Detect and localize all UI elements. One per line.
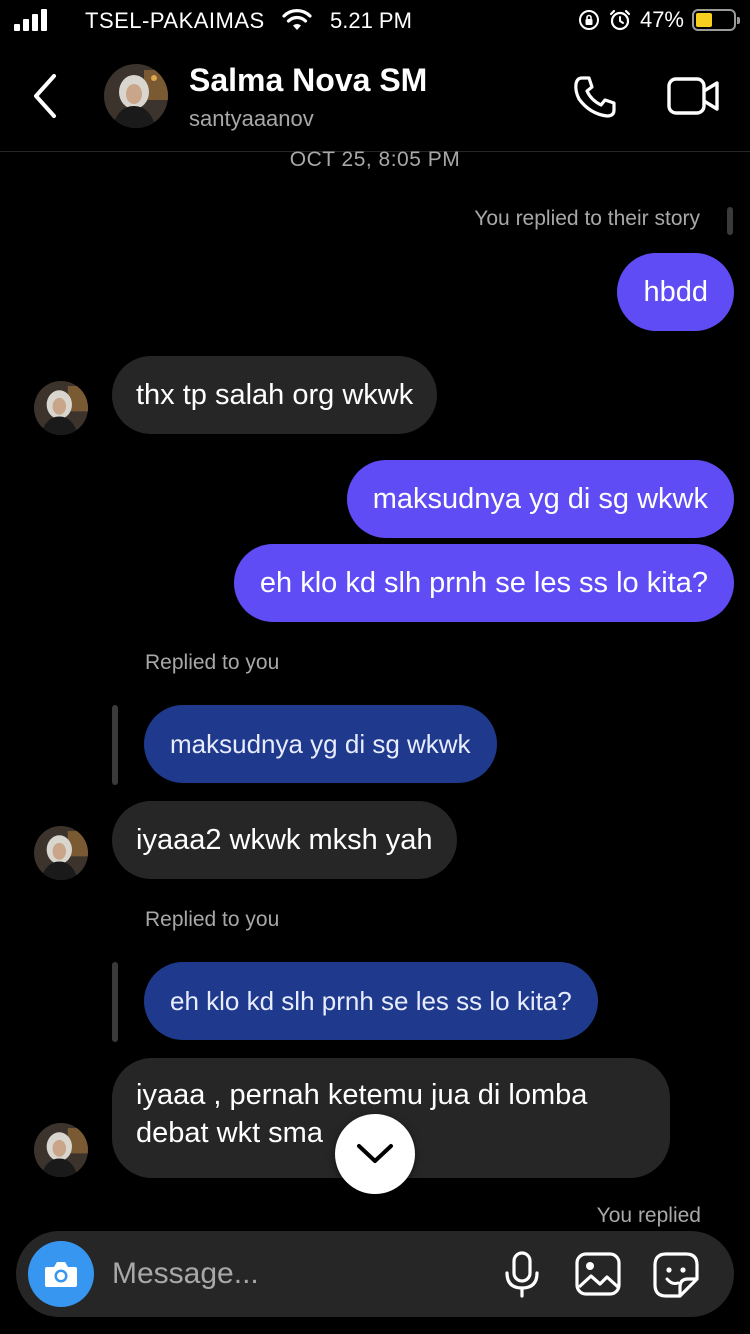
chevron-down-icon — [357, 1144, 393, 1163]
replied-to-you-label: Replied to you — [145, 908, 280, 931]
phone-call-button[interactable] — [570, 72, 620, 122]
message-composer — [16, 1231, 734, 1317]
camera-button[interactable] — [28, 1241, 94, 1307]
quoted-message[interactable]: maksudnya yg di sg wkwk — [144, 705, 497, 783]
message-input[interactable] — [112, 1253, 492, 1295]
wifi-icon — [282, 9, 312, 30]
conversation-timestamp: OCT 25, 8:05 PM — [289, 148, 461, 171]
scroll-to-bottom-button[interactable] — [335, 1114, 415, 1194]
status-indicators: 47% — [578, 7, 740, 33]
sender-avatar[interactable] — [34, 826, 88, 880]
sender-avatar[interactable] — [34, 1123, 88, 1177]
message-bubble-outgoing[interactable]: eh klo kd slh prnh se les ss lo kita? — [233, 544, 734, 622]
gallery-button[interactable] — [574, 1251, 622, 1297]
status-bar: TSEL-PAKAIMAS 5.21 PM 47% — [0, 0, 750, 40]
replied-to-you-label: Replied to you — [145, 651, 280, 674]
cellular-signal-icon — [14, 9, 48, 31]
message-bubble-outgoing[interactable]: maksudnya yg di sg wkwk — [346, 460, 734, 538]
story-preview-bar[interactable] — [727, 207, 733, 235]
video-call-button[interactable] — [666, 74, 720, 118]
status-time: 5.21 PM — [330, 8, 412, 33]
message-bubble-outgoing[interactable]: hbdd — [617, 253, 734, 331]
carrier-name: TSEL-PAKAIMAS — [85, 8, 265, 33]
avatar[interactable] — [104, 64, 168, 128]
quoted-message[interactable]: eh klo kd slh prnh se les ss lo kita? — [144, 962, 598, 1040]
sticker-button[interactable] — [652, 1251, 700, 1299]
camera-icon — [45, 1262, 77, 1287]
alarm-icon — [609, 9, 631, 31]
sender-avatar[interactable] — [34, 381, 88, 435]
reply-indicator-bar — [112, 962, 118, 1042]
reply-indicator-bar — [112, 705, 118, 785]
profile-photo-icon — [104, 64, 168, 128]
message-bubble-incoming[interactable]: iyaaa2 wkwk mksh yah — [112, 801, 457, 879]
battery-icon — [692, 9, 740, 31]
profile-photo-icon — [34, 381, 88, 435]
profile-photo-icon — [34, 826, 88, 880]
story-reply-label: You replied to their story — [474, 207, 700, 230]
profile-photo-icon — [34, 1123, 88, 1177]
microphone-button[interactable] — [503, 1251, 541, 1299]
battery-percentage: 47% — [639, 7, 684, 32]
contact-username[interactable]: santyaaanov — [189, 106, 314, 132]
back-button[interactable] — [26, 70, 66, 122]
message-text-line: iyaaa , pernah ketemu jua di lomba — [136, 1079, 588, 1111]
chat-header: Salma Nova SM santyaaanov — [0, 40, 750, 152]
contact-name[interactable]: Salma Nova SM — [189, 62, 427, 99]
message-bubble-incoming[interactable]: thx tp salah org wkwk — [112, 356, 438, 434]
you-replied-label: You replied — [596, 1204, 701, 1227]
rotation-lock-icon — [578, 10, 599, 30]
